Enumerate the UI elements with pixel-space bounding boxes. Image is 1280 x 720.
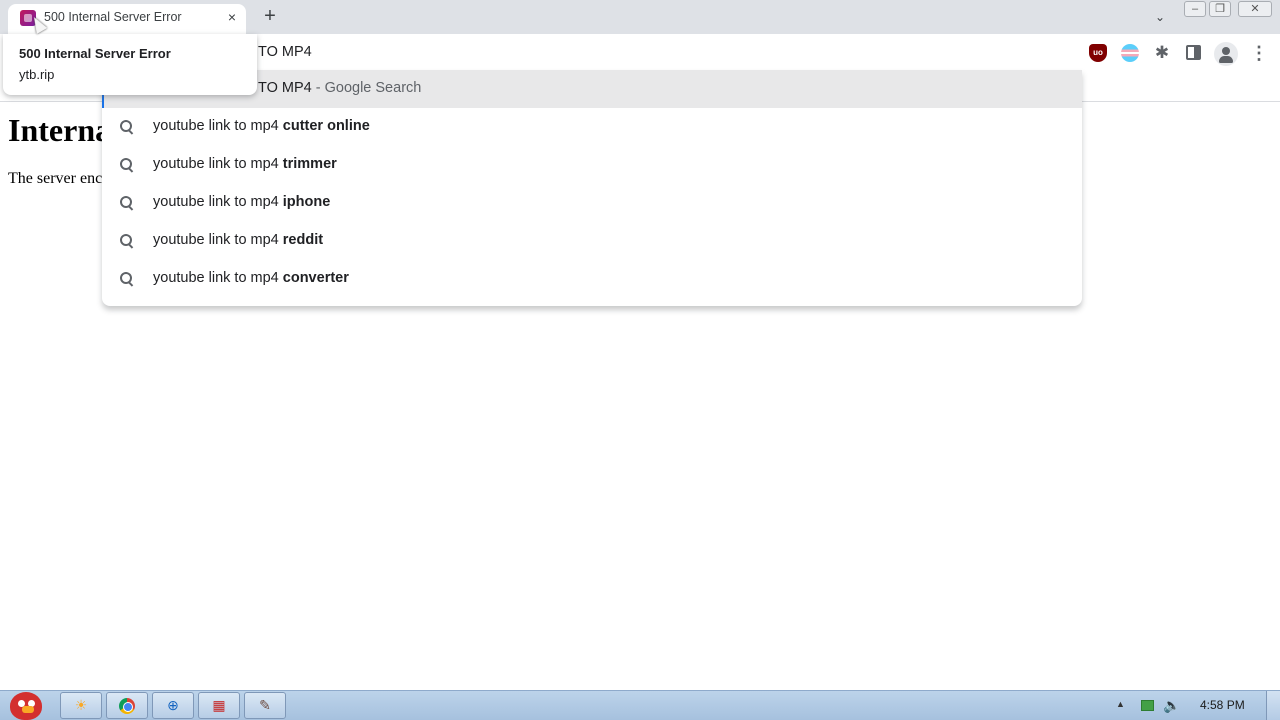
tab-close-icon[interactable]: × (222, 7, 242, 27)
suggestion-selected-suffix: - Google Search (311, 80, 422, 96)
tab-hover-card: 500 Internal Server Error ytb.rip (3, 34, 257, 95)
new-tab-button[interactable]: + (258, 5, 282, 29)
search-icon (119, 233, 135, 249)
tray-expand-icon[interactable]: ▲ (1116, 699, 1125, 709)
taskbar-paint-app-icon[interactable]: ▦ (198, 692, 240, 719)
bird-beak (22, 706, 34, 713)
suggestion-item[interactable]: youtube link to mp4 converter (102, 260, 1082, 298)
extensions-puzzle-icon[interactable]: ✱ (1153, 44, 1171, 62)
profile-avatar-icon[interactable] (1214, 42, 1238, 66)
suggestion-item[interactable]: youtube link to mp4 trimmer (102, 146, 1082, 184)
taskbar-network-app-icon[interactable]: ⊕ (152, 692, 194, 719)
hover-card-domain: ytb.rip (19, 67, 55, 82)
taskbar-sun-app-icon[interactable]: ☀ (60, 692, 102, 719)
search-icon (119, 271, 135, 287)
taskbar-tool-app-icon[interactable]: ✎ (244, 692, 286, 719)
suggestion-prefix: youtube link to mp4 (153, 194, 283, 210)
suggestion-item[interactable]: youtube link to mp4 iphone (102, 184, 1082, 222)
suggestion-bold: cutter online (282, 118, 370, 134)
page-heading: Interna (8, 112, 112, 148)
flag-extension-icon[interactable] (1121, 44, 1139, 62)
suggestion-bold: reddit (282, 232, 324, 248)
chrome-icon (119, 698, 135, 715)
tab-search-chevron-icon[interactable]: ⌄ (1150, 8, 1170, 26)
hover-card-title: 500 Internal Server Error (19, 46, 171, 61)
network-status-icon[interactable] (1141, 700, 1154, 711)
suggestion-prefix: youtube link to mp4 (153, 270, 283, 286)
volume-icon[interactable]: 🔈 (1163, 697, 1180, 714)
tab-strip: 500 Internal Server Error × + ⌄ – ❐ ✕ (0, 0, 1280, 34)
suggestion-bold: iphone (282, 194, 331, 210)
omnibox-suggestions: TO MP4 - Google Search youtube link to m… (102, 70, 1082, 306)
suggestion-bold: trimmer (282, 156, 337, 172)
suggestion-prefix: youtube link to mp4 (153, 118, 283, 134)
suggestion-bold: converter (282, 270, 349, 286)
page-error-text: The server enc (8, 170, 103, 187)
suggestion-item[interactable]: youtube link to mp4 reddit (102, 222, 1082, 260)
minimize-button[interactable]: – (1184, 1, 1206, 17)
suggestion-prefix: youtube link to mp4 (153, 156, 283, 172)
browser-menu-icon[interactable]: ⋮ (1250, 42, 1268, 64)
suggestion-item[interactable]: youtube link to mp4 cutter online (102, 108, 1082, 146)
taskbar-clock[interactable]: 4:58 PM (1200, 698, 1245, 712)
tab-title: 500 Internal Server Error (44, 10, 182, 24)
ublock-extension-icon[interactable]: uo (1089, 44, 1107, 62)
taskbar-chrome-icon[interactable] (106, 692, 148, 719)
suggestion-prefix: youtube link to mp4 (153, 232, 283, 248)
start-button-angry-bird-icon[interactable] (4, 684, 50, 720)
suggestion-selected-text: TO MP4 (258, 80, 312, 96)
search-icon (119, 195, 135, 211)
restore-button[interactable]: ❐ (1209, 1, 1231, 17)
show-desktop-button[interactable] (1266, 691, 1280, 720)
search-icon (119, 157, 135, 173)
omnibox-input[interactable]: TO MP4 (258, 44, 312, 60)
side-panel-icon[interactable] (1186, 45, 1201, 60)
close-window-button[interactable]: ✕ (1238, 1, 1272, 17)
search-icon (119, 119, 135, 135)
